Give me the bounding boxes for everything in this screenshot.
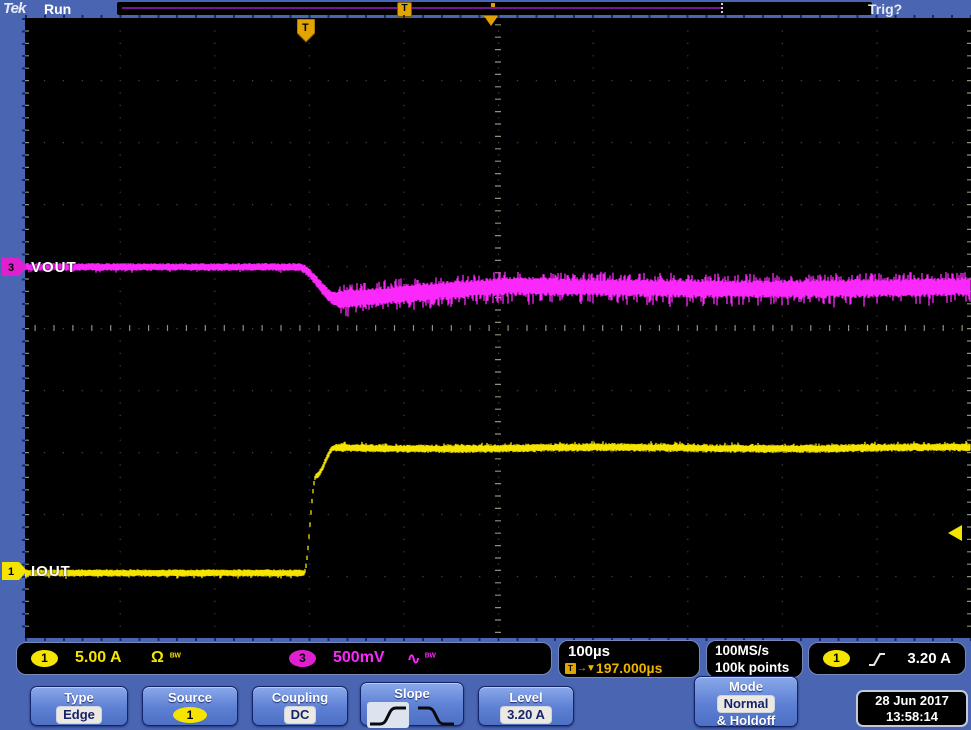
trigger-mode-title: Mode: [695, 679, 797, 694]
channel1-scale: 5.00 A: [75, 649, 122, 667]
delay-arrows-icon: →▼: [577, 663, 595, 674]
channel1-impedance: Ω: [151, 649, 164, 667]
trigger-source-button[interactable]: Source 1: [142, 686, 238, 726]
scope-graticule-svg: [25, 18, 971, 638]
trigger-level-button[interactable]: Level 3.20 A: [478, 686, 574, 726]
time-value: 13:58:14: [858, 709, 966, 725]
trigger-level-value: 3.20 A: [501, 707, 551, 723]
trigger-position-flag-icon[interactable]: T: [297, 19, 315, 43]
trigger-source-badge: 1: [823, 650, 850, 667]
channel3-badge: 3: [289, 650, 316, 667]
channel1-label: IOUT: [31, 563, 71, 580]
record-length: 100k points: [715, 660, 789, 675]
svg-text:1: 1: [8, 566, 14, 578]
falling-slope-icon[interactable]: [415, 702, 457, 728]
channel3-coupling-icon: ∿: [407, 649, 420, 669]
channel3-position-marker[interactable]: 3: [2, 258, 28, 276]
acquisition-window-bracket: [721, 3, 723, 14]
trigger-mode-suffix: & Holdoff: [695, 713, 797, 728]
trigger-flag-mini-icon: T: [565, 663, 576, 674]
svg-text:3: 3: [8, 262, 14, 274]
channel1-position-marker[interactable]: 1: [2, 562, 28, 580]
trigger-coupling-title: Coupling: [253, 690, 347, 705]
expansion-point-tick-icon: [491, 3, 495, 7]
trigger-coupling-button[interactable]: Coupling DC: [252, 686, 348, 726]
timebase-readout: 100µs T→▼197.000µs: [558, 640, 700, 678]
left-edge-strip: [0, 18, 25, 638]
trigger-level-title: Level: [479, 690, 573, 705]
trigger-mode-value: Normal: [718, 696, 775, 712]
readout-bar: 1 5.00 A Ω ᴮᵂ 3 500mV ∿ ᴮᵂ 100µs T→▼197.…: [0, 638, 971, 680]
graticule-bottom-ticks: [25, 638, 971, 641]
acquisition-waveform-preview: [122, 7, 722, 9]
svg-text:T: T: [302, 22, 309, 34]
acquisition-preview-bar: T: [117, 2, 872, 15]
trigger-coupling-value: DC: [285, 707, 316, 723]
trigger-slope-title: Slope: [361, 686, 463, 701]
trigger-type-title: Type: [31, 690, 127, 705]
channel1-bandwidth-icon: ᴮᵂ: [170, 652, 181, 663]
tek-logo: Tek: [3, 0, 25, 17]
trigger-delay-value: 197.000µs: [596, 660, 662, 676]
sample-rate: 100MS/s: [715, 643, 769, 658]
trigger-type-value: Edge: [57, 707, 101, 723]
expansion-point-marker-icon: [484, 16, 498, 26]
oscilloscope-screen: Tek Run T Trig? 3 VOUT 1 IOUT T: [0, 0, 971, 730]
channel3-scale: 500mV: [333, 649, 385, 667]
trigger-slope-button[interactable]: Slope: [360, 682, 464, 726]
trigger-level-readout: 3.20 A: [907, 650, 951, 667]
channel1-badge: 1: [31, 650, 58, 667]
trigger-level-arrow-icon[interactable]: [948, 524, 964, 542]
trigger-type-button[interactable]: Type Edge: [30, 686, 128, 726]
datetime-display: 28 Jun 2017 13:58:14: [856, 690, 968, 727]
channel3-bandwidth-icon: ᴮᵂ: [425, 652, 436, 663]
trigger-source-value: 1: [173, 707, 207, 723]
timebase-scale: 100µs: [568, 643, 610, 660]
date-value: 28 Jun 2017: [858, 693, 966, 709]
trigger-source-title: Source: [143, 690, 237, 705]
trigger-mode-button[interactable]: Mode Normal & Holdoff: [694, 676, 798, 727]
trigger-readout: 1 3.20 A: [808, 642, 966, 675]
channel3-label: VOUT: [31, 259, 77, 276]
rising-edge-icon: [868, 651, 886, 667]
waveform-display: [25, 18, 971, 638]
acquisition-readout: 100MS/s 100k points: [706, 640, 803, 678]
rising-slope-icon[interactable]: [367, 702, 409, 728]
channel-scale-readout: 1 5.00 A Ω ᴮᵂ 3 500mV ∿ ᴮᵂ: [16, 642, 552, 675]
trigger-delay-readout: T→▼197.000µs: [565, 660, 662, 676]
